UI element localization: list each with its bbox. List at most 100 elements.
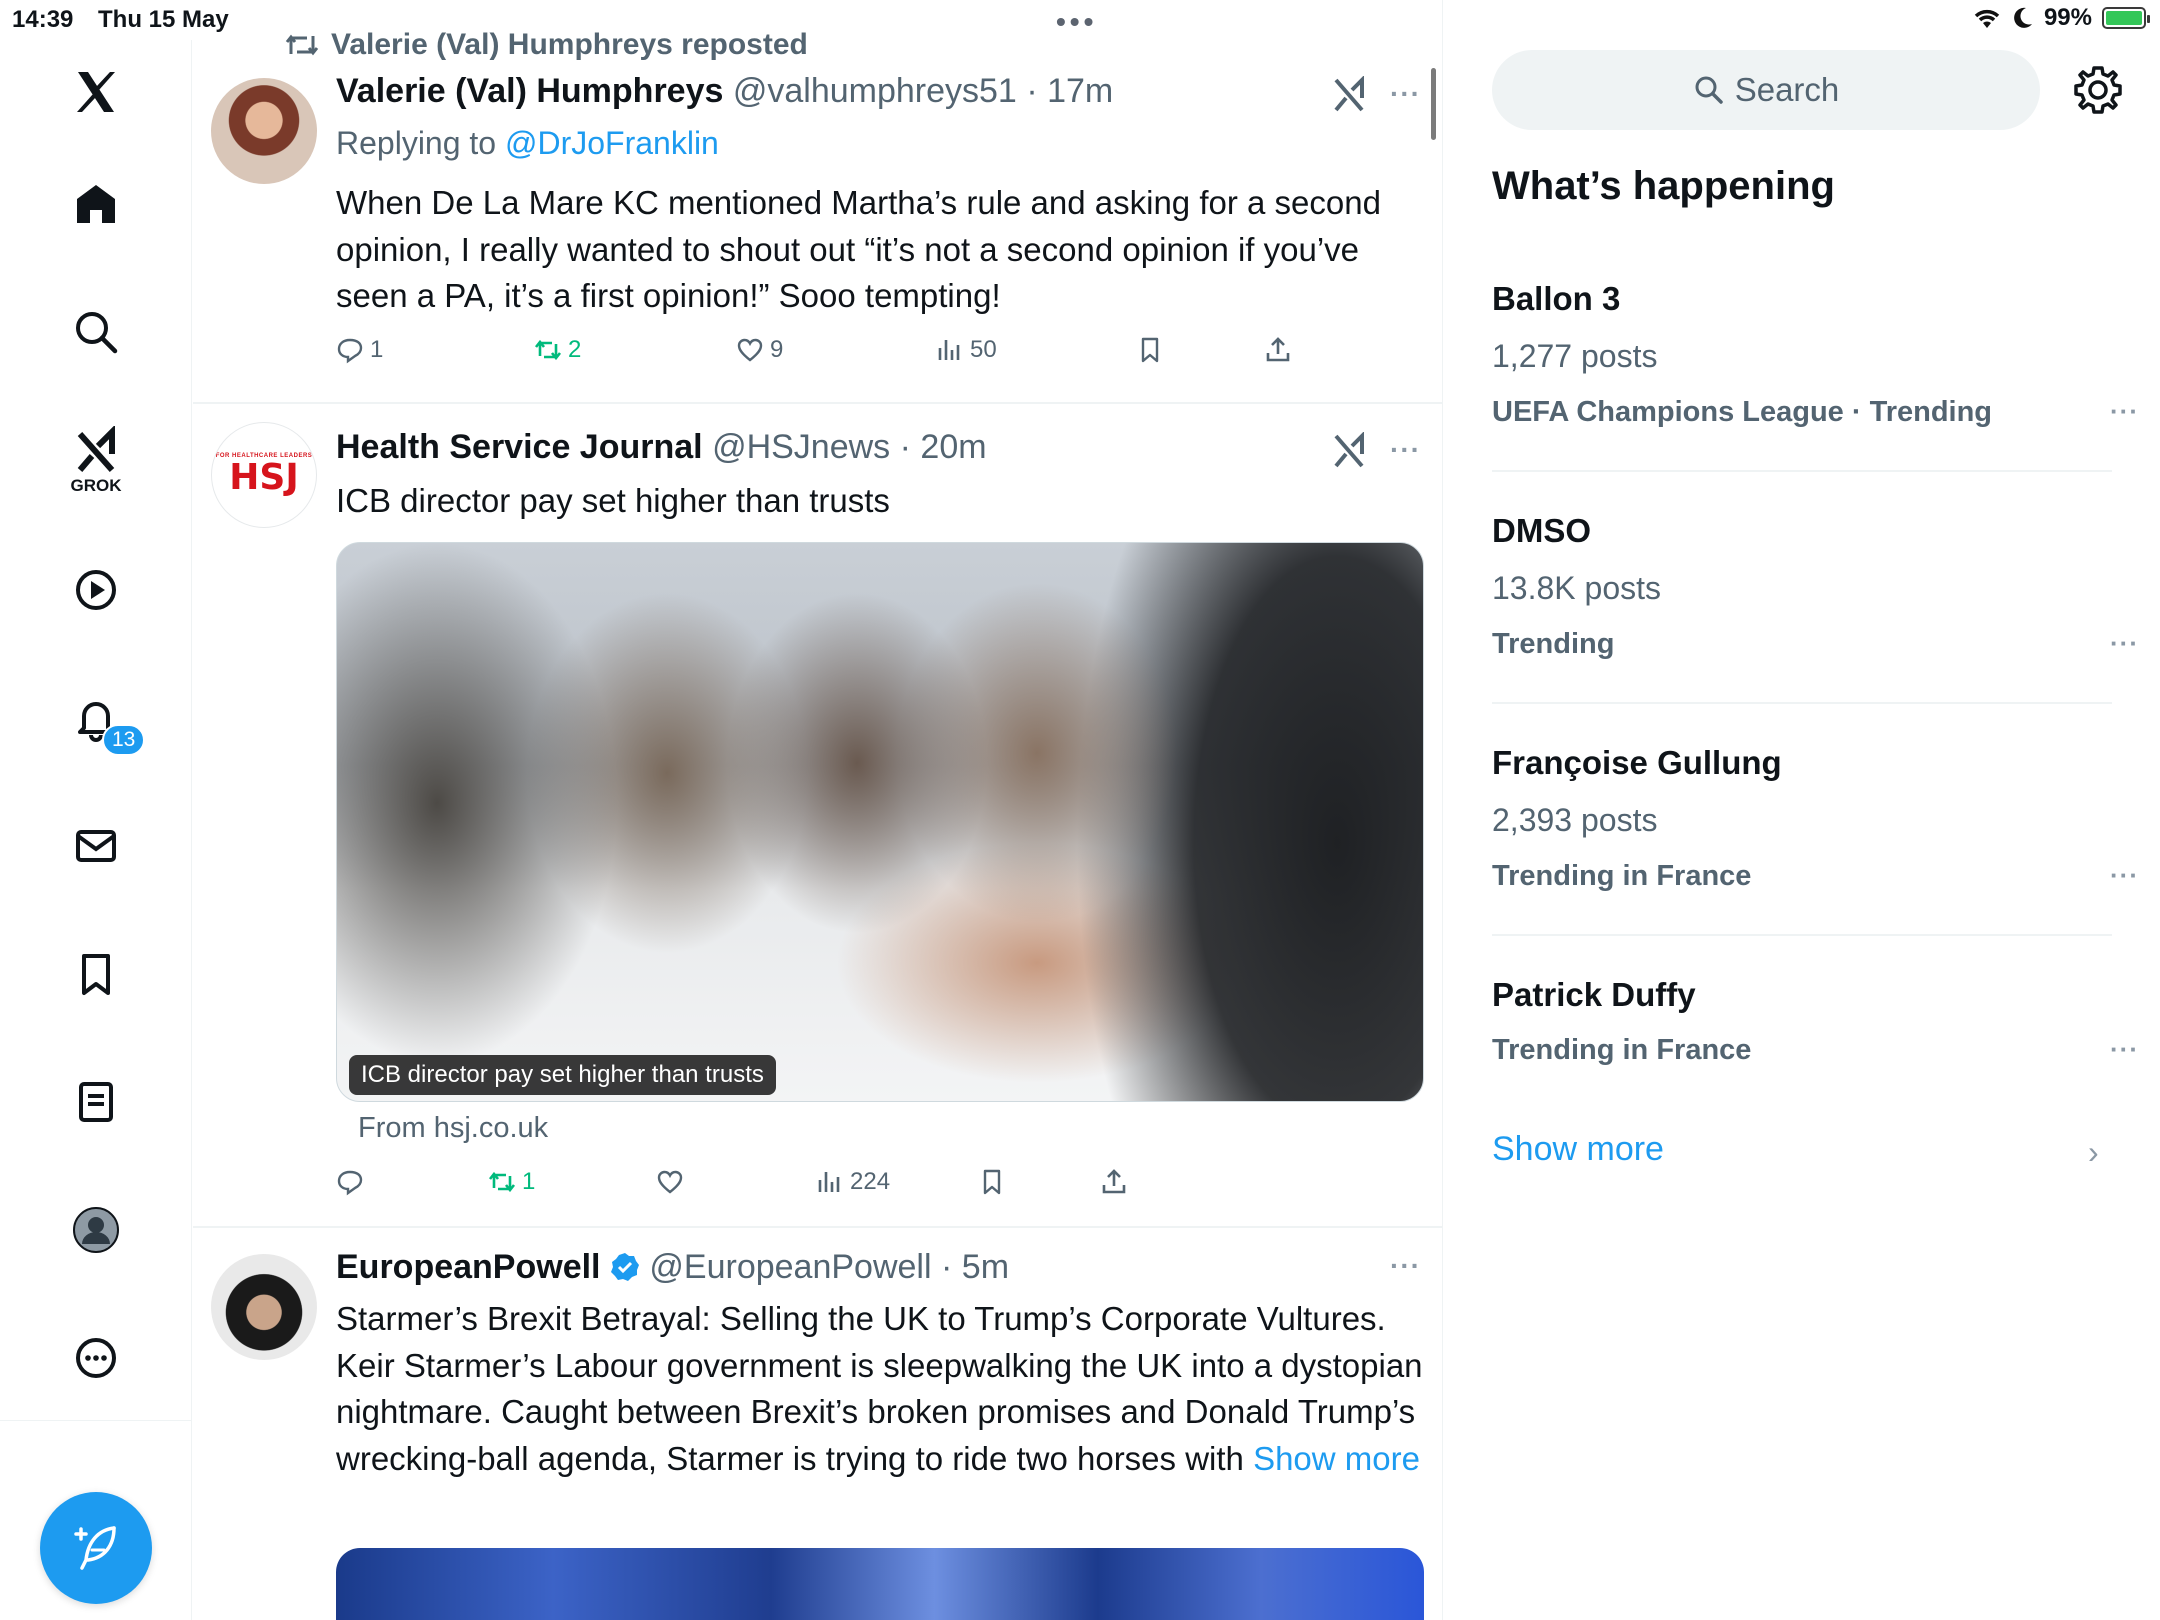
grok-explain-icon[interactable] — [1332, 432, 1368, 468]
compose-post-button[interactable] — [40, 1492, 152, 1604]
share-button[interactable] — [1264, 336, 1292, 364]
heart-icon — [737, 338, 763, 362]
share-icon — [1102, 1169, 1126, 1194]
share-button[interactable] — [1100, 1168, 1128, 1196]
separator: · — [941, 1248, 953, 1286]
avatar[interactable] — [211, 1254, 317, 1360]
trend-name: Patrick Duffy — [1492, 976, 1696, 1013]
repost-button[interactable]: 2 — [534, 336, 581, 364]
trend-more-button[interactable]: ··· — [2110, 860, 2139, 891]
author-handle[interactable]: @EuropeanPowell — [649, 1248, 931, 1286]
like-button[interactable]: 9 — [736, 336, 783, 364]
right-sidebar: Search What’s happening Ballon 3 1,277 p… — [1444, 0, 2160, 1620]
sidebar-divider — [0, 1420, 192, 1421]
post-time[interactable]: 20m — [920, 428, 986, 466]
settings-gear-icon[interactable] — [2072, 64, 2124, 116]
grok-icon[interactable] — [66, 420, 126, 480]
avatar[interactable] — [211, 78, 317, 184]
video-play-icon[interactable] — [66, 560, 126, 620]
tweet-top-actions: ··· — [1332, 76, 1421, 112]
grok-label: GROK — [70, 476, 122, 495]
trend-count: 1,277 posts — [1492, 338, 1658, 374]
tweet-header: Health Service Journal @HSJnews · 20m — [336, 428, 987, 467]
reply-icon — [337, 1170, 363, 1196]
trend-divider — [1492, 934, 2112, 936]
author-handle[interactable]: @HSJnews — [712, 428, 890, 466]
link-card-caption: ICB director pay set higher than trusts — [349, 1055, 776, 1095]
bookmark-icon — [1141, 337, 1159, 363]
explore-search-icon[interactable] — [66, 302, 126, 362]
hsj-avatar[interactable]: FOR HEALTHCARE LEADERS HSJ — [211, 422, 317, 528]
reply-button[interactable] — [336, 1168, 370, 1196]
timeline-feed: Valerie (Val) Humphreys reposted Valerie… — [193, 0, 1443, 1620]
tweet-top-actions: ··· — [1390, 1250, 1421, 1282]
bookmarks-icon[interactable] — [66, 944, 126, 1004]
views-count: 224 — [850, 1168, 891, 1195]
trend-context: UEFA Champions League · Trending — [1492, 396, 1993, 428]
author-name[interactable]: EuropeanPowell — [336, 1248, 601, 1286]
show-more-trends-link[interactable]: Show more — [1492, 1130, 1664, 1169]
search-input[interactable]: Search — [1492, 50, 2040, 130]
hsj-avatar-logo: HSJ — [229, 457, 299, 498]
show-more-link[interactable]: Show more — [1253, 1440, 1420, 1477]
separator: · — [1026, 72, 1038, 110]
bookmark-button[interactable] — [978, 1168, 1006, 1196]
post-time[interactable]: 17m — [1047, 72, 1113, 110]
replying-label: Replying to — [336, 125, 497, 161]
whats-happening-title: What’s happening — [1492, 164, 1835, 208]
messages-envelope-icon[interactable] — [66, 816, 126, 876]
trend-count: 2,393 posts — [1492, 802, 1658, 838]
author-name[interactable]: Health Service Journal — [336, 428, 703, 466]
tweet-more-button[interactable]: ··· — [1390, 434, 1421, 466]
x-logo-icon[interactable] — [66, 62, 126, 122]
grok-explain-icon[interactable] — [1332, 76, 1368, 112]
trend-divider — [1492, 702, 2112, 704]
profile-avatar-icon[interactable] — [66, 1200, 126, 1260]
repost-header-text: Valerie (Val) Humphreys reposted — [331, 28, 808, 61]
trend-context: Trending in France — [1492, 860, 1752, 892]
reply-icon — [337, 338, 363, 364]
link-card-image[interactable]: ICB director pay set higher than trusts — [336, 542, 1424, 1102]
bookmark-button[interactable] — [1136, 336, 1164, 364]
views-chart-icon — [818, 1172, 840, 1192]
chevron-right-icon[interactable]: › — [2088, 1134, 2099, 1171]
repost-icon — [534, 339, 562, 361]
repost-count: 1 — [522, 1168, 536, 1195]
trend-more-button[interactable]: ··· — [2110, 1034, 2139, 1065]
post-time[interactable]: 5m — [962, 1248, 1009, 1286]
link-card-source[interactable]: From hsj.co.uk — [358, 1112, 548, 1145]
reply-button[interactable]: 1 — [336, 336, 383, 364]
trend-more-button[interactable]: ··· — [2110, 396, 2139, 427]
tweet-header: EuropeanPowell @EuropeanPowell · 5m — [336, 1248, 1009, 1287]
author-handle[interactable]: @valhumphreys51 — [733, 72, 1017, 110]
tweet-media-image[interactable] — [336, 1548, 1424, 1620]
home-icon[interactable] — [66, 174, 126, 234]
repost-button[interactable]: 1 — [488, 1168, 535, 1196]
status-time: 14:39 — [12, 6, 74, 33]
repost-count: 2 — [568, 336, 582, 363]
trend-name: DMSO — [1492, 512, 1591, 549]
trend-divider — [1492, 470, 2112, 472]
like-count: 9 — [770, 336, 784, 363]
like-button[interactable] — [656, 1168, 690, 1196]
tweet-text: ICB director pay set higher than trusts — [336, 482, 890, 519]
lists-icon[interactable] — [66, 1072, 126, 1132]
verified-badge-icon — [610, 1253, 639, 1281]
more-options-icon[interactable] — [66, 1328, 126, 1388]
replying-to-link[interactable]: @DrJoFranklin — [505, 125, 719, 161]
tweet-1[interactable]: Valerie (Val) Humphreys reposted Valerie… — [193, 0, 1442, 404]
trend-more-button[interactable]: ··· — [2110, 628, 2139, 659]
views-button[interactable]: 224 — [816, 1168, 890, 1196]
views-count: 50 — [970, 336, 997, 363]
trend-name: Françoise Gullung — [1492, 744, 1782, 781]
tweet-top-actions: ··· — [1332, 432, 1421, 468]
search-placeholder: Search — [1734, 71, 1840, 108]
views-button[interactable]: 50 — [936, 336, 997, 364]
tweet-more-button[interactable]: ··· — [1390, 78, 1421, 110]
replying-to-line: Replying to @DrJoFranklin — [336, 120, 1426, 167]
views-chart-icon — [938, 340, 960, 360]
author-name[interactable]: Valerie (Val) Humphreys — [336, 72, 723, 110]
tweet-more-button[interactable]: ··· — [1390, 1250, 1421, 1282]
repost-icon — [488, 1171, 516, 1193]
tweet-actions: 1 2 9 50 — [336, 336, 1426, 372]
